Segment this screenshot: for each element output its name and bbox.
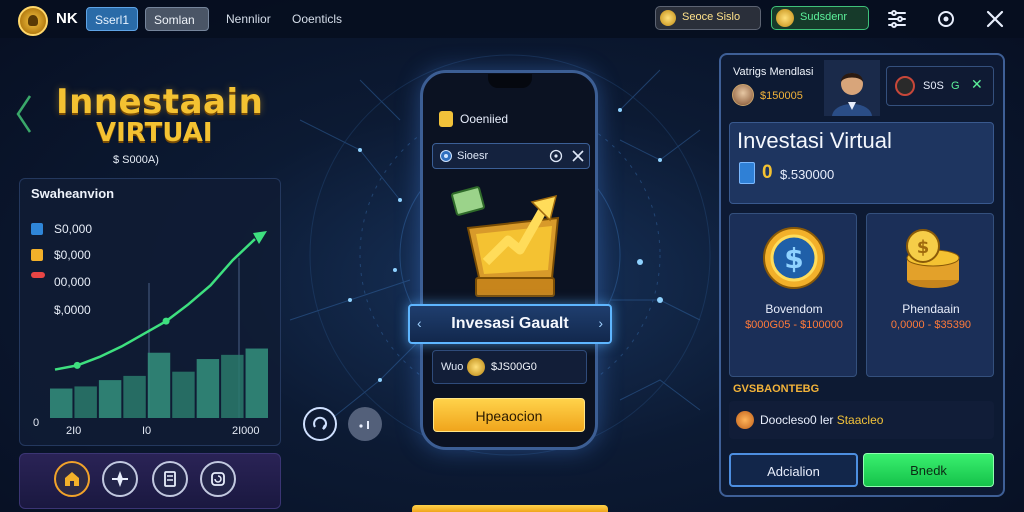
trend-point <box>73 361 81 369</box>
close-icon[interactable] <box>571 149 585 163</box>
nav-tab-3[interactable]: Nennlior <box>218 7 279 31</box>
mini-status-box[interactable]: S0S G ✕ <box>886 66 994 106</box>
investment-card-zero: 0 <box>762 162 773 183</box>
x-tick-2: I0 <box>142 425 152 437</box>
option-1-name: Bovendom <box>765 302 823 316</box>
nav-tab-2[interactable]: Somlan <box>145 7 209 31</box>
x-tick-1: 2I0 <box>66 425 82 437</box>
book-icon[interactable] <box>152 461 188 497</box>
chart-bar <box>98 380 122 418</box>
chart-bar <box>50 388 73 418</box>
promo-title: Innestaain <box>56 82 264 122</box>
help-icon[interactable] <box>549 149 563 163</box>
info-row: Doocleso0 ler Staacleo <box>729 401 994 439</box>
home-icon[interactable] <box>54 461 90 497</box>
gem-balance-pill[interactable]: Sudsdenr <box>771 6 869 30</box>
option-card-2[interactable]: $ Phendaain 0,0000 - $35390 <box>866 213 994 377</box>
phone-search-value: Sioesr <box>457 150 489 162</box>
section-heading: GVSBAONTEBG <box>733 383 820 395</box>
gem-balance-value: Sudsdenr <box>800 11 848 23</box>
trend-arrowhead <box>253 231 267 245</box>
refresh-icon[interactable] <box>303 407 337 441</box>
promo-amount: $ S000A) <box>113 154 159 166</box>
promo-subtitle: VIRTUAI <box>96 118 213 148</box>
mini-status-value: S0S <box>923 80 944 92</box>
advisor-avatar <box>824 60 880 116</box>
invest-banner[interactable]: ‹ Invesasi Gaualt › <box>408 304 612 344</box>
treasure-chest-icon <box>451 186 560 297</box>
option-2-name: Phendaain <box>902 302 960 316</box>
phone-amount-value: $JS00G0 <box>491 361 537 373</box>
close-icon[interactable] <box>983 7 1007 31</box>
brand-name: NK <box>56 10 78 27</box>
game-token-icon <box>895 76 915 96</box>
investment-card-title: Investasi Virtual <box>737 128 892 153</box>
chart-bar <box>74 386 97 418</box>
phone-primary-button[interactable]: Hpeaocion <box>433 398 585 432</box>
filter-sliders-icon[interactable] <box>885 7 909 31</box>
ellipsis-icon[interactable] <box>348 407 382 441</box>
panel-header: Vatrigs Mendlasi <box>733 66 814 78</box>
primary-action-button[interactable]: Bnedk <box>863 453 994 487</box>
svg-text:$: $ <box>784 242 803 275</box>
dollar-coin-icon: $ <box>763 227 825 289</box>
secondary-action-button[interactable]: Adcialion <box>729 453 858 487</box>
settings-gear-icon[interactable] <box>934 7 958 31</box>
compass-icon[interactable] <box>102 461 138 497</box>
phone-search-input[interactable]: Sioesr <box>432 143 590 169</box>
gem-coin-icon <box>776 9 794 27</box>
primary-action-label: Bnedk <box>910 463 947 478</box>
investment-card-value: $.530000 <box>780 167 835 182</box>
chart-bar <box>196 359 220 418</box>
info-text: Doocleso0 ler <box>760 413 834 427</box>
chart-bar <box>147 352 171 418</box>
refresh-icon[interactable] <box>200 461 236 497</box>
coin-balance-value: Seoce Sislo <box>682 11 741 23</box>
option-card-1[interactable]: $ Bovendom $000G05 - $100000 <box>729 213 857 377</box>
option-2-value: 0,0000 - $35390 <box>890 319 972 331</box>
option-1-value: $000G05 - $100000 <box>745 319 843 331</box>
chart-bar <box>123 375 146 418</box>
invest-banner-label: Invesasi Gaualt <box>451 315 569 332</box>
growth-chart <box>50 231 268 418</box>
mini-status-green: G <box>951 80 960 92</box>
close-icon[interactable]: ✕ <box>971 76 983 93</box>
coin-icon <box>467 358 485 376</box>
bottom-action-strip[interactable] <box>412 505 608 512</box>
nav-tab-1[interactable]: Sserl1 <box>86 7 138 31</box>
x-tick-3: 2I000 <box>232 425 260 437</box>
phone-header-title: Ooeniied <box>460 112 509 126</box>
phone-amount-label: Wuo <box>441 361 464 373</box>
target-icon <box>440 150 452 162</box>
chart-bar <box>172 371 195 418</box>
info-highlight: Staacleo <box>836 413 884 427</box>
chevron-left-icon[interactable] <box>12 92 36 136</box>
chart-bar <box>245 348 268 418</box>
calculator-icon <box>739 162 755 184</box>
phone-notch <box>488 74 532 88</box>
nav-tab-4[interactable]: Ooenticls <box>284 7 350 31</box>
game-logo-icon[interactable] <box>18 6 48 36</box>
coin-stack-icon: $ <box>906 229 960 288</box>
phone-amount-field[interactable]: Wuo $JS00G0 <box>432 350 587 384</box>
trend-point <box>162 317 170 325</box>
coin-icon <box>736 411 754 429</box>
y-tick-0: 0 <box>33 417 40 429</box>
app-icon <box>439 111 453 127</box>
secondary-action-label: Adcialion <box>767 464 820 479</box>
svg-text:$: $ <box>917 237 930 258</box>
phone-primary-button-label: Hpeaocion <box>475 408 543 424</box>
coin-balance-pill[interactable]: Seoce Sislo <box>655 6 761 30</box>
coin-icon <box>660 10 676 26</box>
user-amount: $150005 <box>760 90 803 102</box>
trend-line <box>54 238 256 371</box>
chevron-right-icon[interactable]: › <box>598 315 603 331</box>
chart-bar <box>221 354 244 418</box>
avatar[interactable] <box>732 84 754 106</box>
